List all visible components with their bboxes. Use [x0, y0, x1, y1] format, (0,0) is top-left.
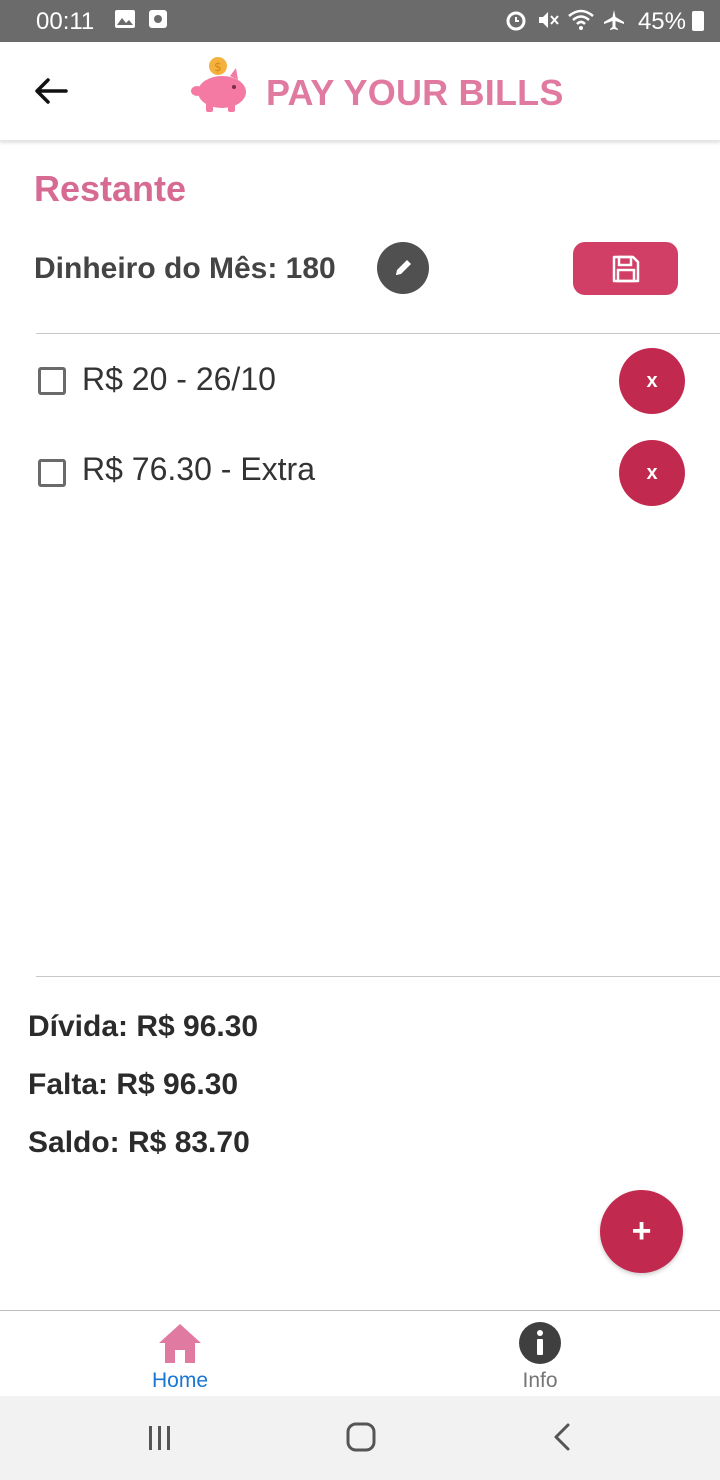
bill-row: R$ 20 - 26/10 x: [0, 345, 720, 415]
status-bar: 00:11 45%: [0, 0, 720, 42]
app-title: PAY YOUR BILLS: [266, 72, 564, 113]
divider-bottom: [36, 976, 720, 977]
delete-bill-button[interactable]: x: [619, 348, 685, 414]
info-icon: [519, 1322, 561, 1364]
recent-apps-icon[interactable]: [146, 1424, 174, 1452]
pencil-icon: [396, 260, 411, 275]
nav-label-info: Info: [522, 1369, 558, 1392]
summary-falta: Falta: R$ 96.30: [28, 1068, 239, 1101]
app-bar: $ PAY YOUR BILLS: [0, 42, 720, 141]
piggy-bank-icon: $: [191, 57, 246, 112]
wifi-icon: [568, 9, 594, 30]
arrow-left-icon[interactable]: [30, 74, 70, 108]
summary-saldo: Saldo: R$ 83.70: [28, 1126, 250, 1159]
nav-item-home[interactable]: Home: [0, 1311, 360, 1397]
bill-row: R$ 76.30 - Extra x: [0, 437, 720, 507]
status-time: 00:11: [36, 8, 95, 35]
bill-label: R$ 76.30 - Extra: [82, 451, 315, 487]
bill-checkbox[interactable]: [38, 367, 66, 395]
home-icon: [159, 1324, 201, 1363]
nav-label-home: Home: [151, 1369, 209, 1392]
save-button[interactable]: [573, 242, 678, 295]
summary-divida: Dívida: R$ 96.30: [28, 1010, 259, 1043]
screenshot-icon: [149, 10, 167, 28]
floppy-disk-icon: [612, 255, 639, 282]
svg-text:$: $: [214, 60, 222, 74]
airplane-icon: [604, 10, 624, 30]
edit-money-button[interactable]: [377, 242, 429, 294]
battery-icon: [692, 11, 704, 31]
image-icon: [115, 10, 135, 28]
bill-checkbox[interactable]: [38, 459, 66, 487]
nav-item-info[interactable]: Info: [360, 1311, 720, 1397]
back-button-icon[interactable]: [550, 1422, 574, 1452]
section-title: Restante: [34, 168, 187, 209]
alarm-icon: [506, 11, 526, 31]
divider-top: [36, 333, 720, 334]
delete-bill-button[interactable]: x: [619, 440, 685, 506]
system-navigation-bar: [0, 1396, 720, 1480]
bottom-navigation: Home Info: [0, 1310, 720, 1397]
home-button-icon[interactable]: [346, 1422, 376, 1452]
battery-percent: 45%: [637, 8, 686, 35]
monthly-money-label: Dinheiro do Mês: 180: [34, 252, 336, 285]
mute-icon: [539, 12, 559, 28]
add-bill-button[interactable]: +: [600, 1190, 683, 1273]
bill-label: R$ 20 - 26/10: [82, 361, 276, 397]
